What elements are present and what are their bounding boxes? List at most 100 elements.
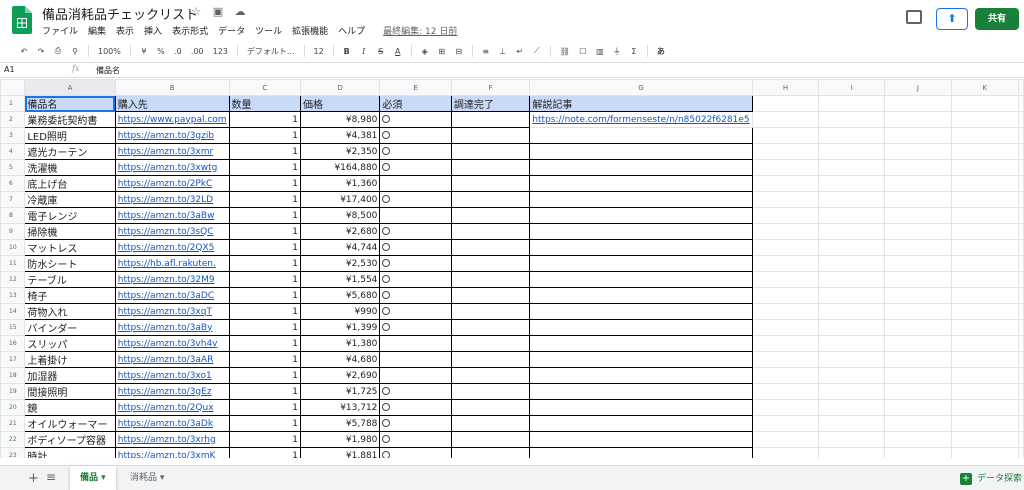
quantity-cell[interactable]: 1	[228, 335, 302, 352]
empty-cell[interactable]	[751, 431, 820, 448]
quantity-cell[interactable]: 1	[228, 255, 302, 272]
procured-cell[interactable]	[450, 159, 531, 176]
empty-cell[interactable]	[884, 127, 952, 144]
column-header[interactable]: F	[450, 79, 531, 96]
article-cell[interactable]	[529, 223, 753, 240]
required-circle-icon[interactable]	[382, 147, 391, 155]
empty-cell[interactable]	[950, 127, 1020, 144]
explore-button[interactable]: + データ探索	[960, 471, 1022, 485]
font-size-select[interactable]: 12	[314, 47, 324, 56]
empty-cell[interactable]	[1018, 255, 1024, 272]
empty-cell[interactable]	[1018, 143, 1024, 160]
price-cell[interactable]: ¥8,500	[299, 207, 381, 224]
purchase-link-cell[interactable]: https://amzn.to/3xrhg	[114, 431, 230, 448]
empty-cell[interactable]	[1018, 207, 1024, 224]
required-checkbox-cell[interactable]	[379, 159, 452, 176]
article-cell[interactable]	[529, 383, 753, 400]
menu-item[interactable]: 表示	[116, 24, 134, 37]
procured-cell[interactable]	[450, 207, 531, 224]
article-cell[interactable]	[529, 319, 753, 336]
column-header[interactable]: I	[818, 79, 886, 96]
procured-cell[interactable]	[450, 175, 531, 192]
header-cell[interactable]: 備品名	[24, 95, 116, 112]
procured-cell[interactable]	[450, 351, 531, 368]
required-circle-icon[interactable]	[382, 227, 391, 235]
empty-cell[interactable]	[950, 271, 1020, 288]
procured-cell[interactable]	[450, 111, 531, 128]
item-name-cell[interactable]: LED照明	[24, 127, 116, 144]
required-circle-icon[interactable]	[382, 243, 391, 251]
article-cell[interactable]	[529, 239, 753, 256]
purchase-link-cell[interactable]: https://amzn.to/3aBy	[114, 319, 230, 336]
empty-cell[interactable]	[950, 223, 1020, 240]
procured-cell[interactable]	[450, 287, 531, 304]
empty-cell[interactable]	[751, 319, 820, 336]
article-cell[interactable]	[529, 431, 753, 448]
required-checkbox-cell[interactable]	[379, 431, 452, 448]
empty-cell[interactable]	[751, 399, 820, 416]
item-name-cell[interactable]: 掃除機	[24, 223, 116, 240]
price-cell[interactable]: ¥2,530	[299, 255, 381, 272]
purchase-link-cell[interactable]: https://amzn.to/3xo1	[114, 367, 230, 384]
price-cell[interactable]: ¥164,880	[299, 159, 381, 176]
empty-cell[interactable]	[818, 159, 886, 176]
article-cell[interactable]	[529, 255, 753, 272]
required-checkbox-cell[interactable]	[379, 287, 452, 304]
required-circle-icon[interactable]	[382, 419, 391, 427]
menu-item[interactable]: データ	[218, 24, 245, 37]
empty-cell[interactable]	[950, 383, 1020, 400]
empty-cell[interactable]	[950, 367, 1020, 384]
price-cell[interactable]: ¥4,680	[299, 351, 381, 368]
empty-cell[interactable]	[1018, 159, 1024, 176]
required-circle-icon[interactable]	[382, 195, 391, 203]
purchase-link-cell[interactable]: https://amzn.to/3aAR	[114, 351, 230, 368]
empty-cell[interactable]	[950, 351, 1020, 368]
empty-cell[interactable]	[1018, 239, 1024, 256]
article-cell[interactable]	[529, 175, 753, 192]
select-all-corner[interactable]	[0, 79, 26, 96]
header-cell[interactable]: 購入先	[114, 95, 230, 112]
price-cell[interactable]: ¥8,980	[299, 111, 381, 128]
purchase-link-cell[interactable]: https://amzn.to/2QX5	[114, 239, 230, 256]
column-header[interactable]: J	[884, 79, 952, 96]
empty-cell[interactable]	[950, 207, 1020, 224]
procured-cell[interactable]	[450, 271, 531, 288]
fill-color-icon[interactable]: ◈	[421, 47, 429, 56]
quantity-cell[interactable]: 1	[228, 127, 302, 144]
row-header[interactable]: 9	[0, 223, 26, 240]
article-cell[interactable]	[529, 367, 753, 384]
empty-cell[interactable]	[1018, 399, 1024, 416]
zoom-select[interactable]: 100%	[98, 47, 121, 56]
required-circle-icon[interactable]	[382, 115, 391, 123]
item-name-cell[interactable]: ボディソープ容器	[24, 431, 116, 448]
empty-cell[interactable]	[818, 271, 886, 288]
price-cell[interactable]: ¥2,680	[299, 223, 381, 240]
sheet-tab-bihin[interactable]: 備品 ▾	[70, 466, 116, 490]
quantity-cell[interactable]: 1	[228, 175, 302, 192]
empty-cell[interactable]	[884, 431, 952, 448]
empty-cell[interactable]	[751, 271, 820, 288]
empty-cell[interactable]	[751, 447, 820, 458]
purchase-link-cell[interactable]: https://amzn.to/2Qux	[114, 399, 230, 416]
empty-cell[interactable]	[1018, 383, 1024, 400]
quantity-cell[interactable]: 1	[228, 271, 302, 288]
empty-cell[interactable]	[818, 431, 886, 448]
last-edit-link[interactable]: 最終編集: 12 日前	[383, 24, 457, 37]
required-checkbox-cell[interactable]	[379, 351, 452, 368]
empty-cell[interactable]	[950, 319, 1020, 336]
empty-cell[interactable]	[818, 303, 886, 320]
required-checkbox-cell[interactable]	[379, 127, 452, 144]
empty-cell[interactable]	[884, 319, 952, 336]
procured-cell[interactable]	[450, 303, 531, 320]
quantity-cell[interactable]: 1	[228, 431, 302, 448]
vertical-align-icon[interactable]: ⊥	[499, 47, 507, 56]
empty-cell[interactable]	[751, 303, 820, 320]
item-name-cell[interactable]: 遮光カーテン	[24, 143, 116, 160]
procured-cell[interactable]	[450, 383, 531, 400]
quantity-cell[interactable]: 1	[228, 287, 302, 304]
required-checkbox-cell[interactable]	[379, 207, 452, 224]
column-header[interactable]: A	[24, 79, 116, 96]
required-circle-icon[interactable]	[382, 435, 391, 443]
empty-cell[interactable]	[1018, 319, 1024, 336]
price-cell[interactable]: ¥5,788	[299, 415, 381, 432]
